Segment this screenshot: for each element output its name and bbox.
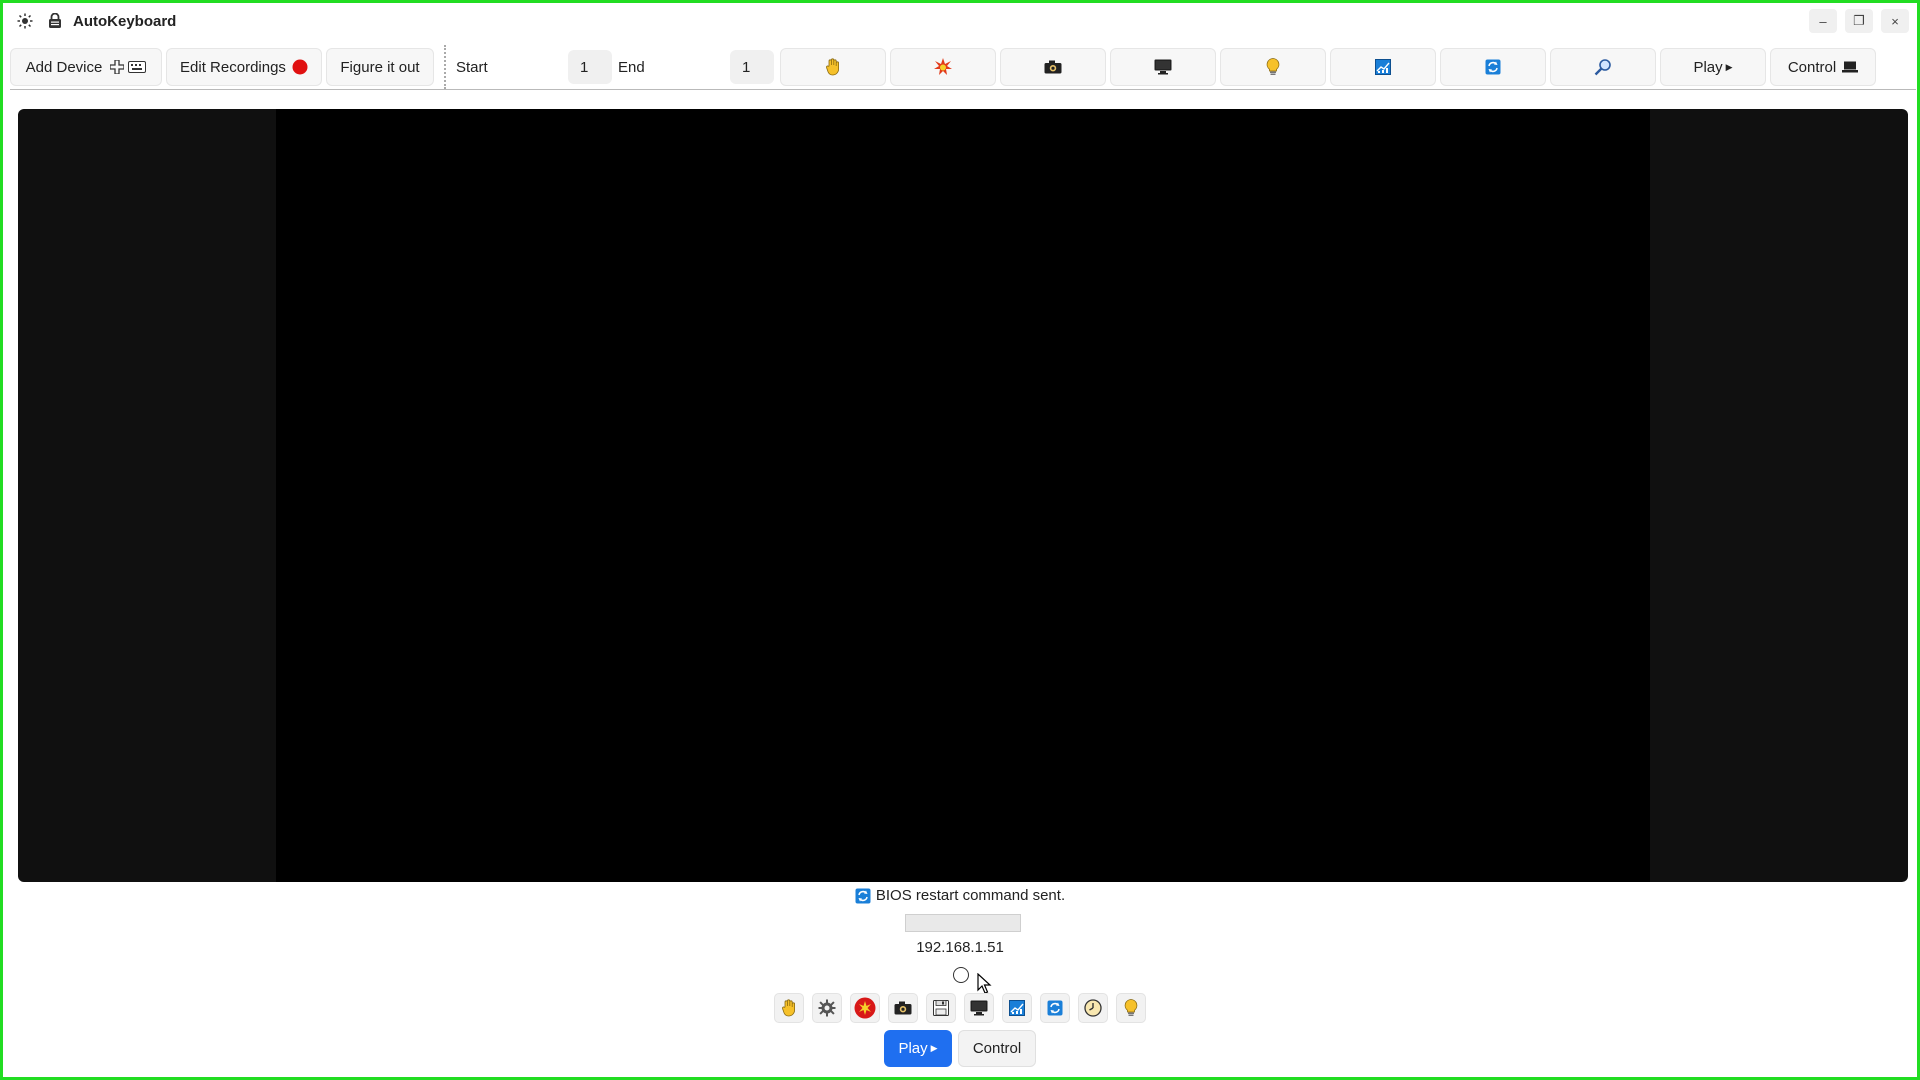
window-controls: – ❐ × [1809, 9, 1909, 33]
burst-icon [934, 58, 952, 76]
chart-icon [1375, 59, 1391, 75]
status-message: BIOS restart command sent. [3, 887, 1917, 904]
monitor-icon [970, 1000, 988, 1016]
search-button[interactable] [1550, 48, 1656, 86]
save-icon [933, 1000, 949, 1016]
record-stop-icon [854, 997, 876, 1019]
monitor-button[interactable] [964, 993, 994, 1023]
progress-bar [905, 914, 1021, 932]
start-field[interactable]: 1 [568, 50, 612, 84]
toolbar-control-label: Control [1787, 58, 1837, 76]
remote-screen[interactable] [276, 109, 1650, 882]
end-label: End [618, 58, 645, 76]
clock-button[interactable] [1078, 993, 1108, 1023]
refresh-button[interactable] [1440, 48, 1546, 86]
plus-icon [110, 60, 125, 74]
record-stop-button[interactable] [850, 993, 880, 1023]
gear-icon [818, 999, 836, 1017]
control-button[interactable]: Control [958, 1030, 1036, 1067]
remote-screen-viewport[interactable] [18, 109, 1908, 882]
sun-icon[interactable] [15, 11, 35, 31]
ip-address: 192.168.1.51 [916, 939, 1004, 956]
monitor-button[interactable] [1110, 48, 1216, 86]
status-text: BIOS restart command sent. [875, 887, 1066, 904]
burst-button[interactable] [890, 48, 996, 86]
play-label: Play [898, 1040, 928, 1057]
play-button[interactable]: Play ▶ [884, 1030, 952, 1067]
add-device-button[interactable]: Add Device [10, 48, 162, 86]
toolbar-play-button[interactable]: Play ▶ [1660, 48, 1766, 86]
monitor-icon [1154, 59, 1172, 75]
toolbar-play-label: Play [1693, 58, 1723, 76]
radio-button[interactable] [953, 967, 969, 983]
mouse-cursor-icon [977, 973, 992, 994]
camera-button[interactable] [888, 993, 918, 1023]
lightbulb-button[interactable] [1220, 48, 1326, 86]
hand-button[interactable] [780, 48, 886, 86]
camera-icon [1044, 60, 1062, 74]
search-icon [1594, 58, 1612, 76]
add-device-label: Add Device [25, 58, 103, 76]
camera-button[interactable] [1000, 48, 1106, 86]
play-arrow-icon: ▶ [1725, 61, 1733, 72]
laptop-icon [1842, 61, 1859, 73]
toolbar-separator [444, 45, 446, 89]
lightbulb-button[interactable] [1116, 993, 1146, 1023]
keyboard-icon [128, 61, 147, 73]
figure-it-out-button[interactable]: Figure it out [326, 48, 434, 86]
close-button[interactable]: × [1881, 9, 1909, 33]
camera-icon [894, 1001, 912, 1015]
bottom-button-row: Play ▶ Control [3, 1030, 1917, 1067]
clock-icon [1084, 999, 1102, 1017]
refresh-icon [1485, 59, 1501, 75]
edit-recordings-button[interactable]: Edit Recordings [166, 48, 322, 86]
toolbar-control-button[interactable]: Control [1770, 48, 1876, 86]
record-icon [292, 59, 308, 75]
restore-button[interactable]: ❐ [1845, 9, 1873, 33]
app-window: AutoKeyboard – ❐ × Add Device Edit Recor… [0, 0, 1920, 1080]
lightbulb-icon [1266, 58, 1280, 76]
lightbulb-icon [1124, 999, 1138, 1016]
bottom-icon-toolbar [3, 993, 1917, 1023]
app-logo-icon [45, 11, 65, 31]
hand-button[interactable] [774, 993, 804, 1023]
settings-button[interactable] [812, 993, 842, 1023]
chart-button[interactable] [1330, 48, 1436, 86]
chart-button[interactable] [1002, 993, 1032, 1023]
toolbar: Add Device Edit Recordings Figure it out… [10, 45, 1916, 90]
edit-recordings-label: Edit Recordings [180, 58, 286, 76]
start-label: Start [456, 58, 488, 76]
window-title: AutoKeyboard [73, 12, 177, 30]
end-field[interactable]: 1 [730, 50, 774, 84]
minimize-button[interactable]: – [1809, 9, 1837, 33]
hand-icon [825, 58, 841, 76]
refresh-icon [855, 888, 871, 904]
chart-icon [1009, 1000, 1025, 1016]
save-button[interactable] [926, 993, 956, 1023]
title-bar: AutoKeyboard – ❐ × [3, 3, 1917, 39]
play-arrow-icon: ▶ [930, 1043, 938, 1053]
refresh-icon [1047, 1000, 1063, 1016]
hand-icon [782, 999, 795, 1017]
refresh-button[interactable] [1040, 993, 1070, 1023]
